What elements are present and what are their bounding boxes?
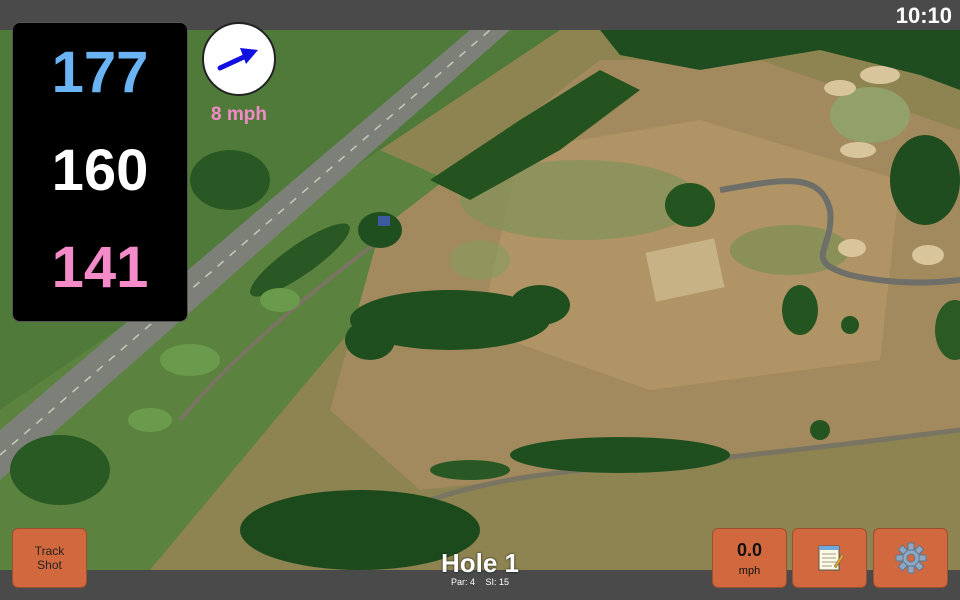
wind-arrow-icon [217,48,258,71]
hole-info: Par: 4 SI: 15 [380,577,580,587]
middle-yardage: 160 [51,138,149,203]
speed-value: 0.0 [736,540,763,560]
clock: 10:10 [895,3,952,28]
track-shot-button[interactable]: Track Shot [12,528,87,588]
track-shot-label: Track Shot [34,544,65,572]
stroke-index-label: SI: 15 [485,577,510,587]
hole-title: Hole 1 [440,548,520,578]
par-label: Par: 4 [450,577,475,587]
speed-button[interactable]: 0.0 mph [712,528,787,588]
front-yardage: 141 [51,235,149,300]
notes-button[interactable] [792,528,867,588]
back-yardage: 177 [51,40,149,105]
speed-unit: mph [738,565,761,577]
yardage-panel: 177 160 141 [12,22,188,322]
wind-speed-label: 8 mph [211,104,267,125]
notepad-icon [818,545,844,571]
wind-indicator [202,22,276,96]
gear-icon [895,542,926,574]
settings-button[interactable] [873,528,948,588]
